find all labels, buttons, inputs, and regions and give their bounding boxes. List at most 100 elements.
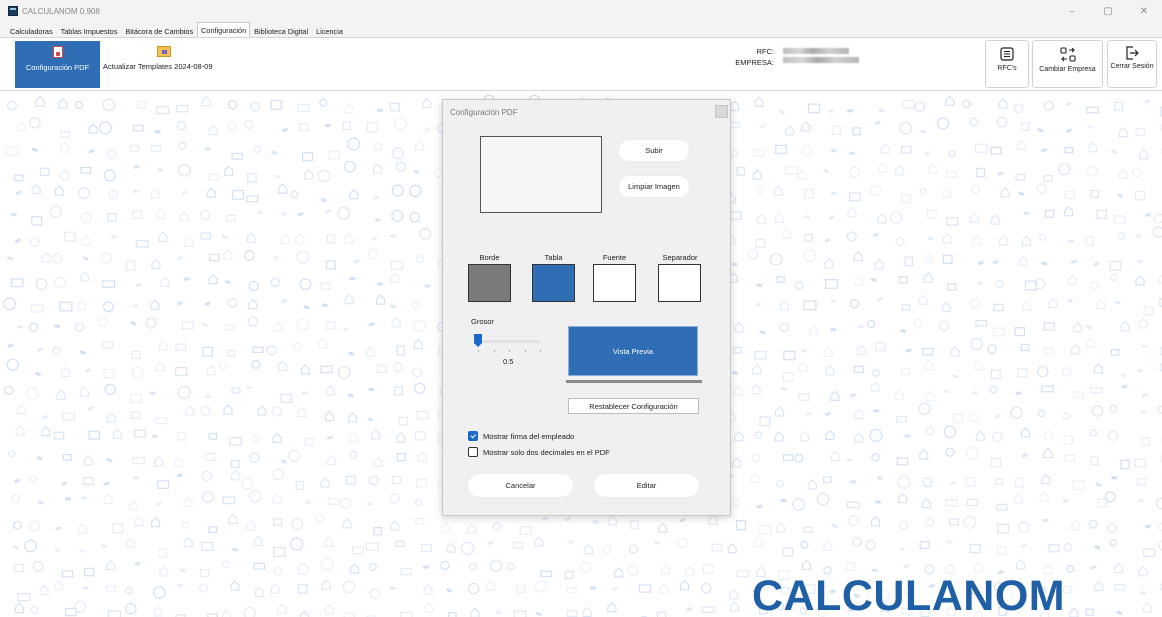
background-doodle [701,606,715,613]
fuente-color-swatch[interactable] [593,264,636,302]
decimales-checkbox-row[interactable]: Mostrar solo dos decimales en el PDF [468,447,610,457]
cancelar-button[interactable]: Cancelar [468,474,573,497]
background-doodle [895,165,905,176]
cerrar-sesion-button[interactable]: Cerrar Sesión [1107,40,1157,88]
background-doodle [256,210,263,215]
background-doodle [15,238,21,243]
background-doodle [1043,175,1053,182]
background-doodle [880,143,890,154]
background-doodle [756,283,763,288]
editar-button[interactable]: Editar [594,474,699,497]
actualizar-templates-button[interactable]: Actualizar Templates 2024-08-09 [103,41,233,88]
background-doodle [1144,212,1151,218]
background-doodle [467,523,477,534]
cambiar-empresa-button[interactable]: Cambiar Empresa [1032,40,1103,88]
background-doodle [1140,591,1146,596]
background-doodle [226,350,236,357]
subir-button[interactable]: Subir [619,140,689,161]
background-doodle [390,304,397,309]
separador-color-swatch[interactable] [658,264,701,302]
background-doodle [416,478,428,488]
background-doodle [79,350,86,355]
grosor-value: 0.5 [503,357,514,366]
list-icon [1000,47,1014,61]
background-doodle [301,152,314,162]
firma-checkbox-row[interactable]: Mostrar firma del empleado [468,431,574,441]
background-doodle [1110,273,1118,282]
limpiar-imagen-button[interactable]: Limpiar Imagen [619,176,689,197]
background-doodle [157,480,170,489]
grosor-slider-track[interactable] [478,340,541,343]
background-doodle [201,470,213,482]
background-doodle [752,169,762,180]
background-doodle [830,390,840,401]
configuracion-pdf-button[interactable]: Configuración PDF [15,41,100,88]
tab-bitacora-cambios[interactable]: Bitácora de Cambios [121,24,197,37]
background-doodle [60,131,71,138]
background-doodle [733,346,742,354]
background-doodle [12,545,19,550]
background-doodle [10,212,17,217]
background-doodle [1096,298,1106,309]
background-doodle [223,404,233,415]
firma-checkbox[interactable] [468,431,478,441]
background-doodle [941,301,951,313]
background-doodle [342,327,349,332]
rfcs-label: RFC's [997,65,1017,72]
background-doodle [247,172,257,183]
background-doodle [349,450,358,459]
background-doodle [1020,122,1030,131]
background-doodle [1043,347,1054,355]
tab-tablas-impuestos[interactable]: Tablas Impuestos [57,24,122,37]
background-doodle [273,321,283,332]
tab-calculadoras[interactable]: Calculadoras [6,24,57,37]
background-doodle [231,387,241,394]
background-doodle [734,430,744,442]
background-doodle [752,364,762,375]
background-doodle [1018,255,1028,267]
background-doodle [29,117,41,129]
minimize-button[interactable]: – [1054,0,1090,22]
background-doodle [495,610,502,614]
close-button[interactable]: ✕ [1126,0,1162,22]
background-doodle [107,213,117,222]
tab-biblioteca-digital[interactable]: Biblioteca Digital [250,24,312,37]
background-doodle [373,456,383,468]
background-doodle [368,475,379,486]
background-doodle [176,255,183,261]
tab-configuracion[interactable]: Configuración [197,22,251,37]
tab-licencia[interactable]: Licencia [312,24,347,37]
background-doodle [1141,344,1148,349]
background-doodle [222,496,236,505]
background-doodle [81,234,91,246]
background-doodle [874,342,886,352]
maximize-button[interactable]: ▢ [1090,0,1126,22]
background-doodle [1067,298,1073,303]
background-doodle [896,457,909,466]
rfcs-button[interactable]: RFC's [985,40,1029,88]
background-doodle [945,95,955,106]
background-doodle [1041,385,1054,393]
background-doodle [801,145,812,157]
background-doodle [82,586,89,590]
borde-color-swatch[interactable] [468,264,511,302]
background-doodle [247,316,258,327]
background-doodle [759,524,772,535]
background-doodle [204,301,211,306]
background-doodle [507,562,515,571]
background-doodle [943,389,950,394]
background-doodle [965,446,979,460]
restablecer-configuracion-button[interactable]: Restablecer Configuración [568,398,699,414]
background-doodle [783,350,796,361]
background-doodle [6,100,17,111]
fuente-label: Fuente [602,253,627,262]
grosor-slider-thumb[interactable] [474,334,482,347]
background-doodle [81,496,88,500]
tabla-color-swatch[interactable] [532,264,575,302]
decimales-checkbox[interactable] [468,447,478,457]
background-doodle [946,217,959,226]
dialog-close-button[interactable] [715,105,728,118]
background-doodle [38,500,45,505]
background-doodle [996,116,1008,128]
background-doodle [1023,211,1030,215]
